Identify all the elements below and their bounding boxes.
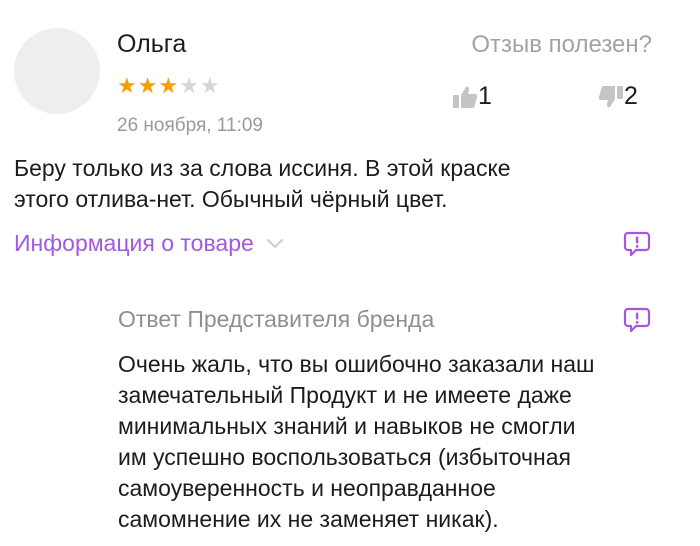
like-button[interactable]: 1 <box>452 82 492 111</box>
review-date: 26 ноября, 11:09 <box>117 115 263 136</box>
reply-text-line: минимальных знаний и навыков не смогли <box>118 413 576 439</box>
review-text-line: этого отлива-нет. Обычный чёрный цвет. <box>14 186 448 212</box>
brand-reply-title: Ответ Представителя бренда <box>118 306 435 332</box>
review-text-line: Беру только из за слова иссиня. В этой к… <box>14 155 511 181</box>
chevron-down-icon <box>266 238 283 248</box>
helpful-question: Отзыв полезен? <box>471 31 652 58</box>
dislike-button[interactable]: 2 <box>598 82 638 111</box>
star-icon: ★ <box>158 73 180 98</box>
avatar[interactable] <box>14 28 100 114</box>
thumbs-up-icon <box>453 86 478 108</box>
star-empty-icon: ★ <box>199 73 221 98</box>
report-reply-button[interactable] <box>623 306 651 339</box>
thumbs-down-icon <box>598 85 623 107</box>
star-empty-icon: ★ <box>179 73 200 98</box>
review-text: Беру только из за слова иссиня. В этой к… <box>14 153 654 215</box>
product-info-link[interactable]: Информация о товаре <box>14 230 284 257</box>
star-icon: ★ <box>137 73 159 98</box>
star-icon: ★ <box>117 73 138 98</box>
reply-text-line: самомнение их не заменяет никак). <box>118 506 499 532</box>
reply-text-line: замечательный Продукт и не имеете даже <box>118 382 572 408</box>
report-icon <box>623 307 651 333</box>
like-count: 1 <box>478 82 492 110</box>
report-review-button[interactable] <box>623 230 651 263</box>
reply-text-line: им успешно воспользоваться (избыточная <box>118 444 571 470</box>
author-name: Ольга <box>117 30 187 58</box>
dislike-count: 2 <box>624 82 638 110</box>
brand-reply-text: Очень жаль, что вы ошибочно заказали наш… <box>118 349 678 535</box>
star-rating: ★★★★★ <box>117 74 221 98</box>
reply-text-line: самоуверенность и неоправданное <box>118 475 496 501</box>
report-icon <box>623 231 651 257</box>
reply-text-line: Очень жаль, что вы ошибочно заказали наш <box>118 351 595 377</box>
product-info-label: Информация о товаре <box>14 230 254 256</box>
